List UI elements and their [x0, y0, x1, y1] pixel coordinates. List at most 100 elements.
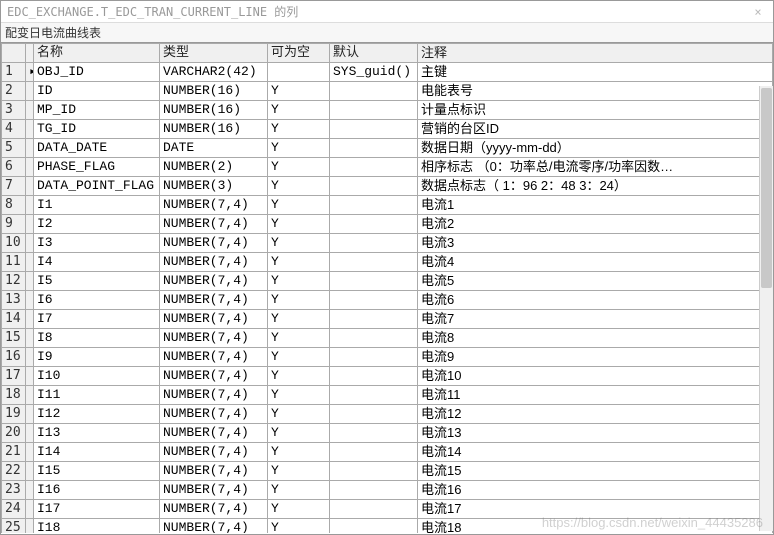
cell-default[interactable] [330, 348, 418, 367]
cell-name[interactable]: ID [34, 82, 160, 101]
cell-default[interactable] [330, 424, 418, 443]
table-row[interactable]: 19I12NUMBER(7,4)Y电流12 [2, 405, 773, 424]
table-row[interactable]: 3MP_IDNUMBER(16)Y计量点标识 [2, 101, 773, 120]
cell-type[interactable]: NUMBER(7,4) [160, 519, 268, 534]
table-row[interactable]: 2IDNUMBER(16)Y电能表号 [2, 82, 773, 101]
cell-type[interactable]: NUMBER(16) [160, 120, 268, 139]
cell-name[interactable]: I16 [34, 481, 160, 500]
cell-nullable[interactable]: Y [268, 405, 330, 424]
cell-default[interactable]: SYS_guid() [330, 63, 418, 82]
cell-default[interactable] [330, 310, 418, 329]
cell-comment[interactable]: 电流2 [418, 215, 773, 234]
cell-nullable[interactable]: Y [268, 367, 330, 386]
cell-nullable[interactable]: Y [268, 101, 330, 120]
cell-name[interactable]: PHASE_FLAG [34, 158, 160, 177]
cell-default[interactable] [330, 519, 418, 534]
cell-type[interactable]: NUMBER(7,4) [160, 234, 268, 253]
cell-nullable[interactable]: Y [268, 348, 330, 367]
cell-default[interactable] [330, 500, 418, 519]
cell-nullable[interactable]: Y [268, 139, 330, 158]
cell-comment[interactable]: 相序标志 （0：功率总/电流零序/功率因数… [418, 158, 773, 177]
cell-default[interactable] [330, 158, 418, 177]
cell-type[interactable]: NUMBER(7,4) [160, 405, 268, 424]
table-row[interactable]: 11I4NUMBER(7,4)Y电流4 [2, 253, 773, 272]
cell-comment[interactable]: 电流7 [418, 310, 773, 329]
cell-type[interactable]: NUMBER(7,4) [160, 443, 268, 462]
cell-nullable[interactable]: Y [268, 291, 330, 310]
table-row[interactable]: 25I18NUMBER(7,4)Y电流18 [2, 519, 773, 534]
cell-nullable[interactable]: Y [268, 310, 330, 329]
cell-default[interactable] [330, 82, 418, 101]
cell-default[interactable] [330, 405, 418, 424]
table-row[interactable]: 22I15NUMBER(7,4)Y电流15 [2, 462, 773, 481]
cell-nullable[interactable]: Y [268, 443, 330, 462]
cell-type[interactable]: NUMBER(7,4) [160, 215, 268, 234]
cell-name[interactable]: DATA_DATE [34, 139, 160, 158]
cell-type[interactable]: NUMBER(7,4) [160, 481, 268, 500]
table-row[interactable]: 24I17NUMBER(7,4)Y电流17 [2, 500, 773, 519]
cell-nullable[interactable]: Y [268, 196, 330, 215]
cell-default[interactable] [330, 329, 418, 348]
cell-comment[interactable]: 电流1 [418, 196, 773, 215]
cell-nullable[interactable]: Y [268, 462, 330, 481]
header-comment[interactable]: 注释 [418, 44, 773, 63]
cell-type[interactable]: DATE [160, 139, 268, 158]
cell-comment[interactable]: 电流13 [418, 424, 773, 443]
cell-default[interactable] [330, 462, 418, 481]
scrollbar-thumb[interactable] [761, 88, 772, 288]
header-nullable[interactable]: 可为空 [268, 44, 330, 63]
table-row[interactable]: 14I7NUMBER(7,4)Y电流7 [2, 310, 773, 329]
cell-nullable[interactable]: Y [268, 481, 330, 500]
table-row[interactable]: 17I10NUMBER(7,4)Y电流10 [2, 367, 773, 386]
cell-default[interactable] [330, 215, 418, 234]
cell-default[interactable] [330, 139, 418, 158]
table-row[interactable]: 18I11NUMBER(7,4)Y电流11 [2, 386, 773, 405]
table-row[interactable]: 16I9NUMBER(7,4)Y电流9 [2, 348, 773, 367]
table-row[interactable]: 8I1NUMBER(7,4)Y电流1 [2, 196, 773, 215]
cell-name[interactable]: I12 [34, 405, 160, 424]
cell-type[interactable]: NUMBER(7,4) [160, 310, 268, 329]
cell-nullable[interactable]: Y [268, 500, 330, 519]
cell-type[interactable]: VARCHAR2(42) [160, 63, 268, 82]
cell-name[interactable]: TG_ID [34, 120, 160, 139]
cell-comment[interactable]: 电流3 [418, 234, 773, 253]
cell-name[interactable]: I3 [34, 234, 160, 253]
cell-type[interactable]: NUMBER(7,4) [160, 424, 268, 443]
cell-nullable[interactable]: Y [268, 120, 330, 139]
cell-type[interactable]: NUMBER(7,4) [160, 272, 268, 291]
cell-comment[interactable]: 电流9 [418, 348, 773, 367]
cell-nullable[interactable] [268, 63, 330, 82]
cell-name[interactable]: I5 [34, 272, 160, 291]
cell-name[interactable]: I2 [34, 215, 160, 234]
cell-comment[interactable]: 电能表号 [418, 82, 773, 101]
cell-nullable[interactable]: Y [268, 329, 330, 348]
cell-name[interactable]: I4 [34, 253, 160, 272]
cell-comment[interactable]: 电流4 [418, 253, 773, 272]
cell-type[interactable]: NUMBER(7,4) [160, 253, 268, 272]
cell-type[interactable]: NUMBER(7,4) [160, 367, 268, 386]
cell-name[interactable]: I8 [34, 329, 160, 348]
cell-nullable[interactable]: Y [268, 177, 330, 196]
cell-comment[interactable]: 计量点标识 [418, 101, 773, 120]
cell-name[interactable]: I15 [34, 462, 160, 481]
cell-type[interactable]: NUMBER(7,4) [160, 386, 268, 405]
close-icon[interactable]: × [749, 3, 767, 21]
cell-default[interactable] [330, 120, 418, 139]
cell-name[interactable]: I14 [34, 443, 160, 462]
cell-comment[interactable]: 营销的台区ID [418, 120, 773, 139]
cell-comment[interactable]: 数据日期（yyyy-mm-dd） [418, 139, 773, 158]
cell-nullable[interactable]: Y [268, 253, 330, 272]
cell-name[interactable]: I13 [34, 424, 160, 443]
cell-name[interactable]: I1 [34, 196, 160, 215]
table-row[interactable]: 15I8NUMBER(7,4)Y电流8 [2, 329, 773, 348]
cell-type[interactable]: NUMBER(3) [160, 177, 268, 196]
cell-name[interactable]: I6 [34, 291, 160, 310]
cell-name[interactable]: DATA_POINT_FLAG [34, 177, 160, 196]
table-row[interactable]: 10I3NUMBER(7,4)Y电流3 [2, 234, 773, 253]
cell-comment[interactable]: 电流18 [418, 519, 773, 534]
cell-type[interactable]: NUMBER(7,4) [160, 329, 268, 348]
cell-type[interactable]: NUMBER(7,4) [160, 348, 268, 367]
cell-type[interactable]: NUMBER(7,4) [160, 291, 268, 310]
cell-comment[interactable]: 电流17 [418, 500, 773, 519]
table-row[interactable]: 7DATA_POINT_FLAGNUMBER(3)Y数据点标志（ 1：96 2：… [2, 177, 773, 196]
